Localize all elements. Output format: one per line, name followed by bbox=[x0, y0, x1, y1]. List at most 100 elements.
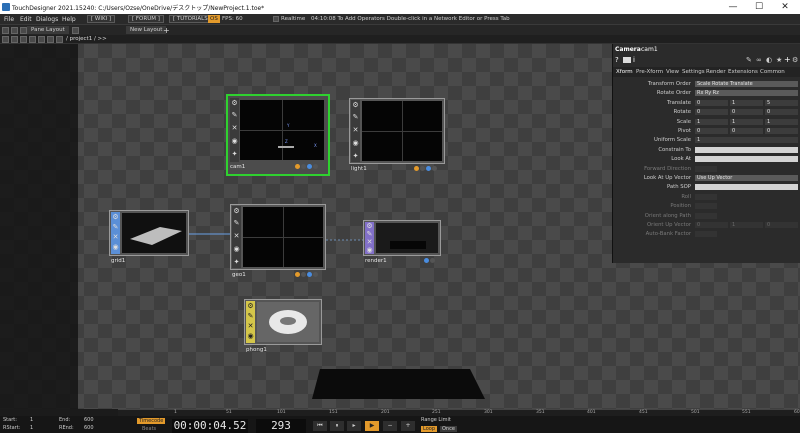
tab-common[interactable]: Common bbox=[760, 69, 785, 75]
param-disabled[interactable] bbox=[695, 231, 717, 237]
param-field[interactable] bbox=[695, 156, 798, 162]
pane-layout-button[interactable]: Pane Layout bbox=[27, 26, 69, 34]
menu-edit[interactable]: Edit bbox=[20, 16, 32, 23]
param-menu[interactable]: Rx Ry Rz bbox=[695, 90, 798, 96]
close-icon[interactable]: ✕ bbox=[366, 239, 373, 246]
flag-blue[interactable] bbox=[307, 164, 312, 169]
once-button[interactable]: Once bbox=[440, 426, 457, 432]
close-icon[interactable]: ✕ bbox=[231, 125, 238, 132]
edit-icon[interactable]: ✎ bbox=[366, 231, 373, 238]
beats-toggle[interactable]: Beats bbox=[142, 426, 156, 432]
node-cam1[interactable]: ⚙ ✎ ✕ ◉ ✦ Y X Z cam1 bbox=[226, 94, 330, 176]
flag-blue[interactable] bbox=[426, 166, 431, 171]
rend-value[interactable]: 600 bbox=[84, 425, 94, 431]
menu-dialogs[interactable]: Dialogs bbox=[36, 16, 58, 23]
loop-button[interactable]: Loop bbox=[421, 426, 437, 432]
flag-grey[interactable] bbox=[301, 164, 306, 169]
tab-view[interactable]: View bbox=[666, 69, 679, 75]
tab-settings[interactable]: Settings bbox=[682, 69, 705, 75]
menu-help[interactable]: Help bbox=[62, 16, 76, 23]
flag-grey[interactable] bbox=[301, 272, 306, 277]
node-label[interactable]: light1 bbox=[351, 166, 367, 172]
up-icon[interactable] bbox=[20, 36, 27, 43]
node-grid1[interactable]: ⚙ ✎ ✕ ◉ grid1 bbox=[109, 210, 191, 266]
forward-icon[interactable] bbox=[29, 36, 36, 43]
gear-icon[interactable]: ⚙ bbox=[112, 214, 119, 221]
tab-extensions[interactable]: Extensions bbox=[728, 69, 758, 75]
node-label[interactable]: geo1 bbox=[232, 272, 246, 278]
param-disabled[interactable] bbox=[695, 194, 717, 200]
param-number[interactable]: 0 bbox=[695, 222, 728, 228]
display-icon[interactable]: ◉ bbox=[112, 244, 119, 251]
node-label[interactable]: cam1 bbox=[230, 164, 245, 170]
param-menu[interactable]: Scale Rotate Translate bbox=[695, 81, 798, 87]
pane-menu-icon[interactable] bbox=[72, 27, 79, 34]
op-icon[interactable] bbox=[623, 57, 631, 63]
maximize-button[interactable]: ☐ bbox=[746, 1, 772, 13]
param-number[interactable]: 0 bbox=[695, 109, 728, 115]
param-number[interactable]: 1 bbox=[730, 100, 763, 106]
pin-icon[interactable]: ✦ bbox=[233, 259, 240, 266]
timecode-toggle[interactable]: Timecode bbox=[137, 418, 166, 424]
node-label[interactable]: phong1 bbox=[246, 347, 267, 353]
display-icon[interactable]: ◉ bbox=[231, 138, 238, 145]
rstart-value[interactable]: 1 bbox=[30, 425, 33, 431]
param-number[interactable]: 1 bbox=[730, 222, 763, 228]
edit-icon[interactable]: ✎ bbox=[247, 313, 254, 320]
display-icon[interactable]: ◉ bbox=[233, 246, 240, 253]
node-geo1[interactable]: ⚙ ✎ ✕ ◉ ✦ geo1 bbox=[230, 204, 326, 280]
flag-orange[interactable] bbox=[295, 164, 300, 169]
edit-icon[interactable]: ✎ bbox=[233, 220, 240, 227]
display-icon[interactable]: ◉ bbox=[366, 247, 373, 254]
time-ruler[interactable]: 151101151201251301351401451501551600 bbox=[118, 409, 800, 416]
flag-grey[interactable] bbox=[420, 166, 425, 171]
star-icon[interactable]: ★ bbox=[776, 56, 782, 64]
flag-orange[interactable] bbox=[295, 272, 300, 277]
rewind-button[interactable]: ⏮ bbox=[313, 421, 327, 431]
flag-orange[interactable] bbox=[414, 166, 419, 171]
start-value[interactable]: 1 bbox=[30, 417, 33, 423]
gear-icon[interactable]: ⚙ bbox=[247, 303, 254, 310]
plus-button[interactable]: + bbox=[401, 421, 415, 431]
param-number[interactable]: 0 bbox=[730, 109, 763, 115]
close-icon[interactable]: ✕ bbox=[247, 323, 254, 330]
param-number[interactable]: 0 bbox=[765, 109, 798, 115]
display-icon[interactable]: ◉ bbox=[352, 140, 359, 147]
flag-grey-2[interactable] bbox=[432, 166, 437, 171]
flag-grey-2[interactable] bbox=[313, 272, 318, 277]
realtime-checkbox[interactable] bbox=[273, 16, 279, 22]
param-number[interactable]: 0 bbox=[730, 128, 763, 134]
param-disabled[interactable] bbox=[695, 203, 717, 209]
split-icon[interactable] bbox=[11, 27, 18, 34]
close-icon[interactable]: ✕ bbox=[233, 233, 240, 240]
param-number[interactable]: 1 bbox=[730, 119, 763, 125]
edit-icon[interactable]: ✎ bbox=[231, 112, 238, 119]
param-number[interactable]: 0 bbox=[695, 128, 728, 134]
help-icon[interactable]: ? bbox=[615, 56, 621, 64]
node-render1[interactable]: ⚙ ✎ ✕ ◉ render1 bbox=[363, 220, 443, 266]
end-value[interactable]: 600 bbox=[84, 417, 94, 423]
settings-icon[interactable] bbox=[56, 36, 63, 43]
flag-grey-2[interactable] bbox=[313, 164, 318, 169]
play-button[interactable]: ▶ bbox=[365, 421, 379, 431]
param-number[interactable]: 1 bbox=[765, 119, 798, 125]
param-disabled[interactable] bbox=[695, 166, 717, 172]
param-field[interactable] bbox=[695, 184, 798, 190]
display-icon[interactable]: ◉ bbox=[247, 333, 254, 340]
network-path[interactable]: / project1 / >> bbox=[66, 36, 107, 42]
step-back-button[interactable]: ⏸ bbox=[330, 421, 344, 431]
back-icon[interactable] bbox=[2, 36, 9, 43]
menu-file[interactable]: File bbox=[4, 16, 14, 23]
param-number[interactable]: 1 bbox=[695, 137, 798, 143]
pin-icon[interactable]: ✦ bbox=[352, 153, 359, 160]
add-layout-button[interactable]: + bbox=[163, 26, 170, 35]
info-icon[interactable]: i bbox=[633, 56, 635, 64]
edit-icon[interactable]: ✎ bbox=[352, 114, 359, 121]
pane-icon[interactable] bbox=[2, 27, 9, 34]
param-number[interactable]: 0 bbox=[765, 128, 798, 134]
param-number[interactable]: 0 bbox=[765, 222, 798, 228]
tab-pre-xform[interactable]: Pre-Xform bbox=[636, 69, 663, 75]
gear-icon[interactable]: ⚙ bbox=[352, 102, 359, 109]
edit-icon[interactable]: ✎ bbox=[112, 224, 119, 231]
close-icon[interactable]: ✕ bbox=[112, 234, 119, 241]
